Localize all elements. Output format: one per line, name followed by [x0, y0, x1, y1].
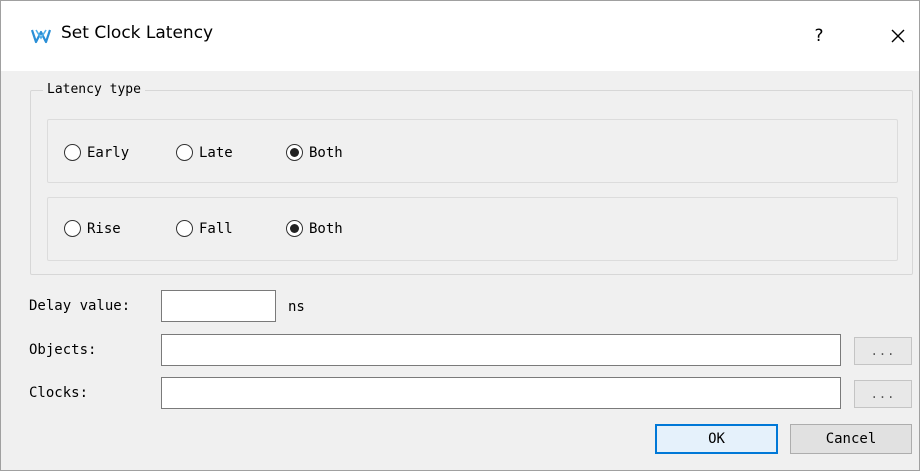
latency-type-legend: Latency type: [43, 82, 145, 97]
help-button[interactable]: ?: [799, 19, 839, 53]
radio-circle-checked: [286, 144, 303, 161]
edge-radio-row: [47, 197, 898, 261]
radio-circle: [176, 144, 193, 161]
radio-label: Both: [309, 220, 343, 237]
objects-input[interactable]: [161, 334, 841, 366]
delay-unit-label: ns: [288, 299, 305, 315]
radio-both-timing[interactable]: Both: [286, 144, 343, 161]
delay-value-label: Delay value:: [29, 298, 131, 314]
radio-both-edge[interactable]: Both: [286, 220, 343, 237]
radio-circle: [64, 220, 81, 237]
ok-button[interactable]: OK: [655, 424, 778, 454]
cancel-button-label: Cancel: [825, 431, 877, 447]
app-logo-icon: [31, 29, 51, 44]
close-button[interactable]: [878, 19, 918, 53]
radio-rise[interactable]: Rise: [64, 220, 121, 237]
radio-circle: [176, 220, 193, 237]
browse-label: ...: [870, 387, 896, 401]
help-icon: ?: [814, 26, 824, 46]
radio-fall[interactable]: Fall: [176, 220, 233, 237]
radio-early[interactable]: Early: [64, 144, 129, 161]
radio-label: Rise: [87, 220, 121, 237]
clocks-input[interactable]: [161, 377, 841, 409]
radio-label: Late: [199, 144, 233, 161]
objects-label: Objects:: [29, 342, 97, 358]
clocks-browse-button[interactable]: ...: [854, 380, 912, 408]
delay-value-input[interactable]: [161, 290, 276, 322]
radio-label: Early: [87, 144, 130, 161]
radio-late[interactable]: Late: [176, 144, 233, 161]
clocks-label: Clocks:: [29, 385, 89, 401]
title-bar: Set Clock Latency ?: [1, 1, 919, 71]
timing-radio-row: [47, 119, 898, 183]
set-clock-latency-dialog: Set Clock Latency ? Latency type Early L…: [0, 0, 920, 471]
close-icon: [891, 29, 905, 43]
cancel-button[interactable]: Cancel: [790, 424, 912, 454]
radio-label: Fall: [199, 220, 233, 237]
radio-label: Both: [309, 144, 343, 161]
radio-circle-checked: [286, 220, 303, 237]
browse-label: ...: [870, 344, 896, 358]
window-title: Set Clock Latency: [61, 23, 214, 43]
radio-circle: [64, 144, 81, 161]
ok-button-label: OK: [708, 431, 725, 447]
objects-browse-button[interactable]: ...: [854, 337, 912, 365]
